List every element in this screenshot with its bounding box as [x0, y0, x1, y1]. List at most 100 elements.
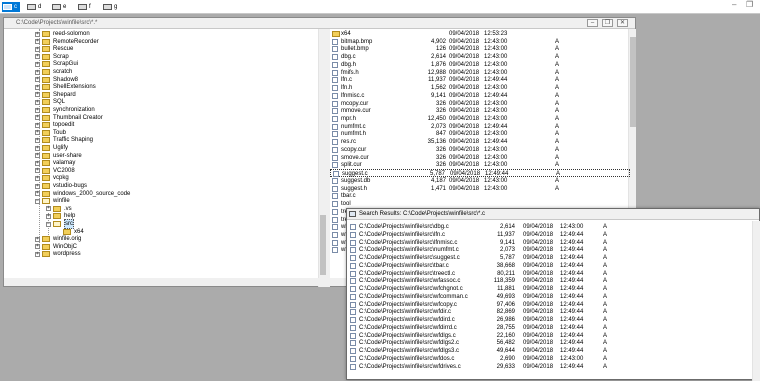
- directory-tree: + reed-solomon + RemoteRecorder + Rescue + Scra…: [4, 29, 326, 287]
- file-list-scrollbar-thumb[interactable]: [630, 37, 636, 127]
- file-icon: [332, 154, 338, 161]
- expand-toggle-icon[interactable]: +: [35, 122, 40, 128]
- expand-toggle-icon[interactable]: +: [35, 99, 40, 105]
- file-icon: [332, 201, 338, 208]
- tree-item-label: wordpress: [53, 251, 81, 258]
- file-icon: [350, 247, 356, 254]
- expand-toggle-icon[interactable]: +: [35, 244, 40, 250]
- expand-toggle-icon[interactable]: +: [35, 137, 40, 143]
- directory-window-titlebar[interactable]: C:\Code\Projects\winfile\src\*.* – ❐ ✕: [4, 18, 635, 29]
- expand-toggle-icon[interactable]: +: [35, 77, 40, 83]
- expand-toggle-icon[interactable]: +: [35, 160, 40, 166]
- file-icon: [332, 61, 338, 68]
- folder-icon: [42, 114, 50, 121]
- expand-toggle-icon[interactable]: +: [35, 191, 40, 197]
- drive-g[interactable]: g: [103, 2, 117, 12]
- file-icon: [332, 77, 338, 84]
- expand-toggle-icon[interactable]: −: [46, 221, 51, 227]
- expand-toggle-icon[interactable]: +: [35, 115, 40, 121]
- file-icon: [332, 46, 338, 53]
- expand-toggle-icon[interactable]: +: [35, 54, 40, 60]
- drive-label: f: [89, 4, 91, 10]
- folder-icon: [42, 167, 50, 174]
- file-icon: [332, 162, 338, 169]
- file-icon: [350, 363, 356, 370]
- folder-icon: [53, 205, 61, 212]
- drive-icon: [103, 4, 112, 10]
- expand-toggle-icon[interactable]: +: [35, 61, 40, 67]
- folder-icon: [42, 152, 50, 159]
- search-result-row[interactable]: C:\Code\Projects\winfile\src\wfdrives.c 2…: [347, 363, 747, 371]
- drive-d[interactable]: d: [27, 2, 41, 12]
- folder-icon: [42, 53, 50, 60]
- file-icon: [350, 355, 356, 362]
- folder-icon: [42, 38, 50, 45]
- expand-toggle-icon[interactable]: +: [46, 213, 51, 219]
- minimize-button[interactable]: –: [587, 19, 598, 27]
- file-icon: [350, 324, 356, 331]
- folder-icon: [42, 160, 50, 167]
- expand-toggle-icon[interactable]: +: [46, 206, 51, 212]
- folder-icon: [42, 69, 50, 75]
- folder-icon: [42, 122, 50, 129]
- expand-toggle-icon[interactable]: +: [35, 107, 40, 113]
- expand-toggle-icon[interactable]: +: [35, 168, 40, 174]
- folder-icon: [332, 31, 340, 37]
- tree-scrollbar[interactable]: [318, 29, 326, 287]
- file-icon: [332, 100, 338, 107]
- search-results-window: Search Results: C:\Code\Projects\winfile…: [346, 208, 760, 381]
- drive-icon: [78, 4, 87, 10]
- file-icon: [332, 69, 338, 76]
- expand-toggle-icon[interactable]: +: [35, 183, 40, 189]
- expand-toggle-icon[interactable]: +: [35, 175, 40, 181]
- drive-label: g: [114, 4, 118, 10]
- expand-toggle-icon[interactable]: +: [35, 130, 40, 136]
- folder-icon: [42, 251, 50, 258]
- file-icon: [350, 340, 356, 347]
- file-icon: [350, 293, 356, 300]
- drive-c[interactable]: c: [2, 2, 20, 12]
- expand-toggle-icon[interactable]: +: [35, 153, 40, 159]
- folder-icon: [42, 236, 50, 243]
- file-icon: [350, 270, 356, 277]
- search-results-list: C:\Code\Projects\winfile\src\dbg.c 2,614 0…: [347, 221, 751, 381]
- expand-toggle-icon[interactable]: +: [35, 39, 40, 45]
- folder-icon: [42, 145, 50, 151]
- drive-label: e: [63, 4, 67, 10]
- tree-item[interactable]: + wordpress: [35, 250, 81, 258]
- search-scrollbar[interactable]: [752, 221, 760, 381]
- file-icon: [350, 278, 356, 285]
- file-icon: [332, 231, 338, 238]
- file-icon: [350, 286, 356, 292]
- file-icon: [332, 131, 338, 138]
- file-icon: [332, 208, 338, 215]
- close-button[interactable]: ✕: [617, 19, 628, 27]
- file-icon: [332, 38, 338, 45]
- expand-toggle-icon[interactable]: −: [35, 198, 40, 204]
- folder-icon: [42, 46, 50, 53]
- file-icon: [332, 85, 338, 92]
- folder-icon: [42, 175, 50, 182]
- app-minimize-button[interactable]: –: [732, 0, 736, 9]
- drive-label: d: [38, 4, 42, 10]
- drive-icon: [3, 4, 12, 10]
- restore-button[interactable]: ❐: [602, 19, 613, 27]
- file-icon: [332, 224, 338, 231]
- expand-toggle-icon[interactable]: +: [35, 31, 40, 37]
- file-icon: [350, 348, 356, 354]
- file-icon: [350, 309, 356, 316]
- expand-toggle-icon[interactable]: +: [35, 145, 40, 151]
- expand-toggle-icon[interactable]: +: [35, 69, 40, 75]
- app-restore-button[interactable]: ❐: [746, 0, 753, 9]
- drive-e[interactable]: e: [52, 2, 66, 12]
- file-icon: [332, 116, 338, 123]
- expand-toggle-icon[interactable]: +: [35, 251, 40, 257]
- file-icon: [332, 177, 338, 184]
- search-results-titlebar[interactable]: Search Results: C:\Code\Projects\winfile…: [347, 209, 759, 220]
- drive-f[interactable]: f: [78, 2, 91, 12]
- expand-toggle-icon[interactable]: +: [35, 84, 40, 90]
- folder-icon: [42, 76, 50, 83]
- expand-toggle-icon[interactable]: +: [35, 92, 40, 98]
- expand-toggle-icon[interactable]: +: [35, 46, 40, 52]
- expand-toggle-icon[interactable]: +: [35, 236, 40, 242]
